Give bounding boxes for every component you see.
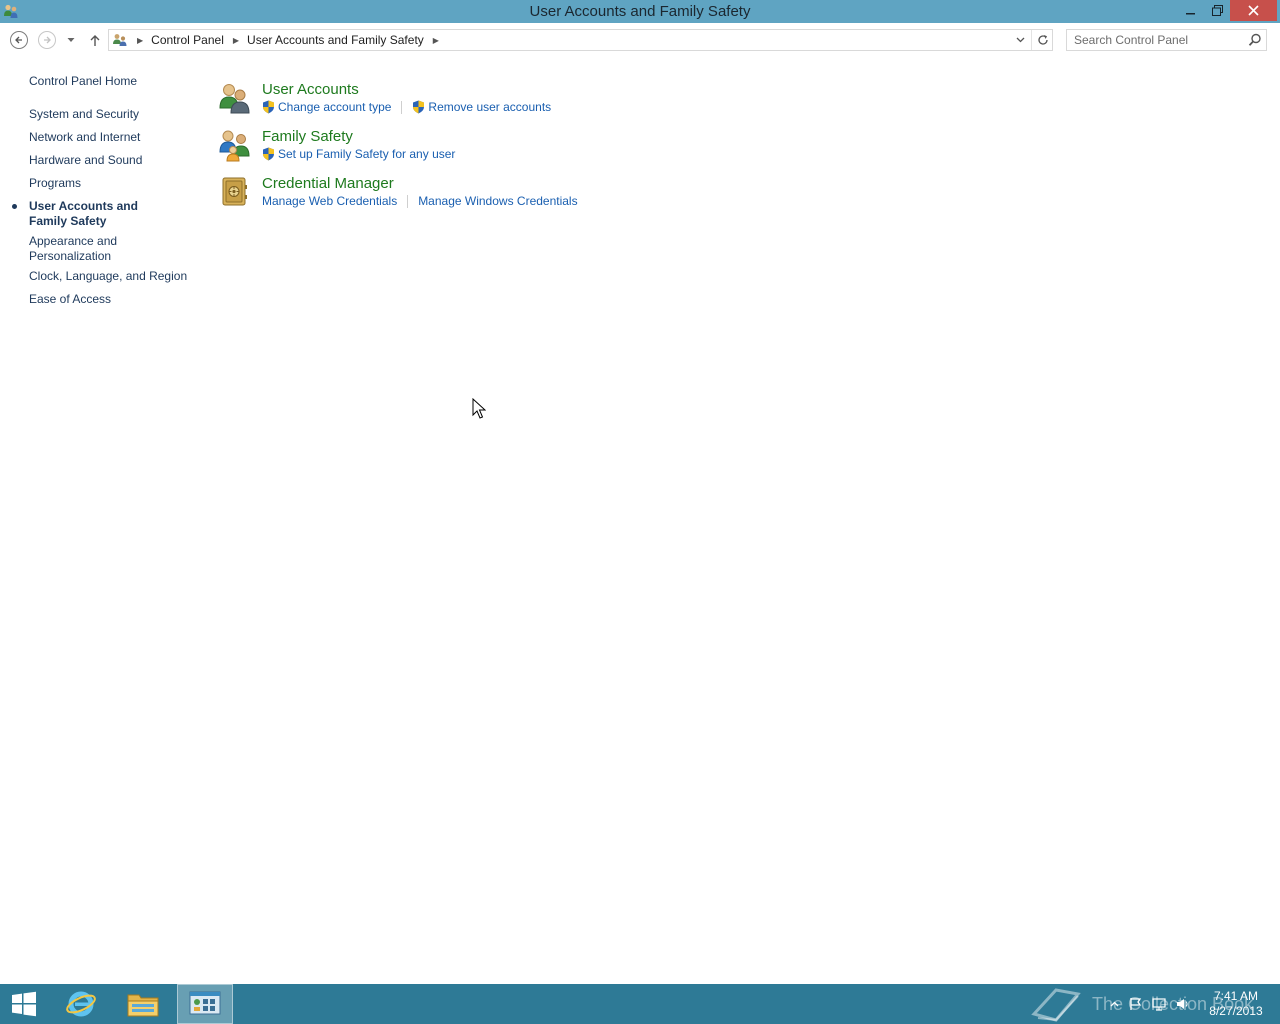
show-hidden-icons-button[interactable] [1105,1001,1123,1007]
forward-arrow-icon [38,31,56,49]
task-divider [401,100,403,114]
address-bar[interactable]: ▶ Control Panel ▶ User Accounts and Fami… [108,29,1053,51]
nav-appearance-and-personalization[interactable]: Appearance and Personalization [29,234,129,264]
uac-shield-icon [263,100,274,114]
family-safety-tasks: Set up Family Safety for any user [262,147,455,161]
control-panel-window-icon [189,991,221,1015]
minimize-button[interactable] [1178,0,1204,21]
nav-ease-of-access[interactable]: Ease of Access [29,292,189,307]
back-arrow-icon [10,31,28,49]
folder-icon [127,994,159,1017]
restore-button[interactable] [1204,0,1230,21]
users-icon[interactable] [218,81,252,115]
window-title: User Accounts and Family Safety [529,3,751,20]
change-account-type-link[interactable]: Change account type [262,100,391,114]
system-tray [1105,984,1195,1024]
flag-icon [1129,998,1141,1010]
remove-user-accounts-label: Remove user accounts [428,100,552,114]
vault-icon[interactable] [218,175,252,209]
credential-manager-tasks: Manage Web Credentials Manage Windows Cr… [262,194,578,208]
uac-shield-icon [413,100,425,114]
forward-button[interactable] [36,29,58,51]
active-item-bullet-icon [12,204,17,209]
network-icon [1152,998,1166,1011]
nav-hardware-and-sound[interactable]: Hardware and Sound [29,153,189,168]
nav-user-accounts-and-family-safety[interactable]: User Accounts and Family Safety [29,199,179,229]
close-button[interactable] [1230,0,1277,21]
volume-button[interactable] [1171,997,1195,1011]
back-button[interactable] [8,29,30,51]
nav-system-and-security[interactable]: System and Security [29,107,189,122]
title-bar: User Accounts and Family Safety [0,0,1280,23]
nav-network-and-internet[interactable]: Network and Internet [29,130,189,145]
windows-logo-icon [12,991,36,1017]
search-input[interactable] [1067,30,1250,50]
breadcrumb-chevron-icon[interactable]: ▶ [137,36,143,45]
taskbar: The Collection Book 7:41 AM 8/27/2013 [0,984,1280,1024]
chevron-up-icon [1110,1001,1118,1007]
internet-explorer-taskbar-button[interactable] [56,984,106,1024]
family-safety-title-link[interactable]: Family Safety [262,128,353,145]
search-icon[interactable] [1248,33,1262,47]
uac-shield-icon [263,147,274,161]
minimize-icon [1186,12,1195,14]
control-panel-icon [113,34,127,46]
up-arrow-icon [90,34,100,46]
breadcrumb-chevron-icon[interactable]: ▶ [233,36,239,45]
task-divider [407,194,409,208]
breadcrumb: ▶ Control Panel ▶ User Accounts and Fami… [133,33,447,47]
book-logo-icon [1031,988,1081,1022]
set-up-family-safety-link[interactable]: Set up Family Safety for any user [262,147,455,161]
breadcrumb-user-accounts[interactable]: User Accounts and Family Safety [247,33,424,47]
network-button[interactable] [1147,997,1171,1011]
user-accounts-tasks: Change account type Remove user accounts [262,100,551,114]
nav-clock-language-and-region[interactable]: Clock, Language, and Region [29,269,189,284]
user-accounts-title-link[interactable]: User Accounts [262,81,359,98]
remove-user-accounts-link[interactable]: Remove user accounts [412,100,551,114]
refresh-button[interactable] [1031,30,1053,50]
refresh-icon [1037,35,1048,45]
manage-windows-credentials-link[interactable]: Manage Windows Credentials [418,194,577,208]
speaker-icon [1177,999,1188,1009]
chevron-down-icon [67,38,75,42]
restore-icon [1211,5,1223,16]
internet-explorer-icon [66,991,96,1017]
up-button[interactable] [84,29,106,51]
action-center-button[interactable] [1123,997,1147,1011]
control-panel-home-link[interactable]: Control Panel Home [29,74,189,89]
navigation-bar: ▶ Control Panel ▶ User Accounts and Fami… [0,23,1280,59]
address-history-button[interactable] [1012,33,1028,47]
breadcrumb-chevron-icon[interactable]: ▶ [433,36,439,45]
recent-locations-button[interactable] [62,29,80,51]
search-box[interactable] [1066,29,1267,51]
change-account-type-label: Change account type [278,100,392,114]
set-up-family-safety-label: Set up Family Safety for any user [278,147,456,161]
credential-manager-title-link[interactable]: Credential Manager [262,175,394,192]
family-icon[interactable] [218,128,252,162]
close-icon [1248,5,1259,16]
nav-programs[interactable]: Programs [29,176,189,191]
breadcrumb-control-panel[interactable]: Control Panel [151,33,224,47]
mouse-pointer-icon [472,398,486,419]
file-explorer-taskbar-button[interactable] [118,984,168,1024]
clock[interactable]: 7:41 AM 8/27/2013 [1196,989,1276,1019]
manage-web-credentials-link[interactable]: Manage Web Credentials [262,194,397,208]
clock-date: 8/27/2013 [1209,1004,1263,1018]
clock-time: 7:41 AM [1213,989,1259,1003]
chevron-down-icon [1016,37,1024,43]
control-panel-taskbar-button[interactable] [177,984,233,1024]
start-button[interactable] [0,984,48,1024]
